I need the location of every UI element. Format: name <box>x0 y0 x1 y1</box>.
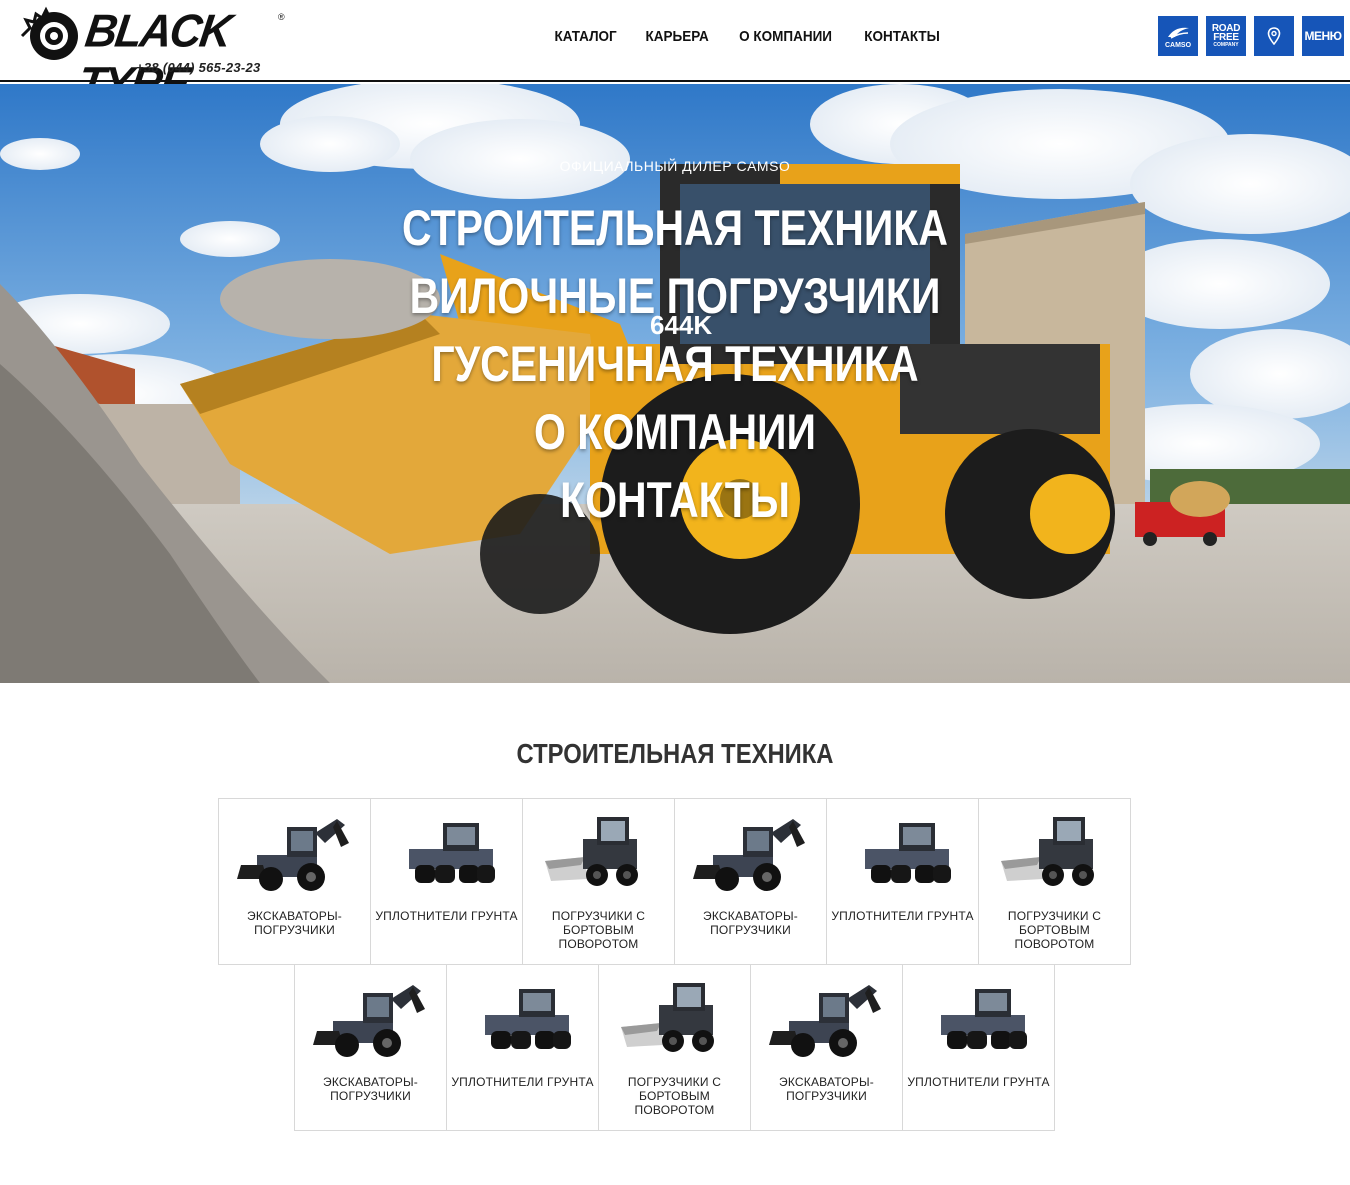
camso-button[interactable]: CAMSO <box>1158 16 1198 56</box>
product-card[interactable]: УПЛОТНИТЕЛИ ГРУНТА <box>902 964 1055 1131</box>
product-card-label: ПОГРУЗЧИКИ С БОРТОВЫМ ПОВОРОТОМ <box>551 909 646 951</box>
hero-menu: СТРОИТЕЛЬНАЯ ТЕХНИКА ВИЛОЧНЫЕ ПОГРУЗЧИКИ… <box>0 194 1350 534</box>
site-header: BLACK TYRE ® +38 (044) 565-23-23 КАТАЛОГ… <box>0 0 1350 109</box>
backhoe-machine-icon <box>237 819 349 891</box>
camso-label: CAMSO <box>1164 41 1192 49</box>
registered-mark: ® <box>278 12 285 22</box>
map-pin-icon <box>1267 27 1281 45</box>
nav-item-catalog[interactable]: КАТАЛОГ <box>545 28 627 45</box>
product-card[interactable]: ЭКСКАВАТОРЫ-ПОГРУЗЧИКИ <box>294 964 447 1131</box>
hero-content: ОФИЦИАЛЬНЫЙ ДИЛЕР CAMSO СТРОИТЕЛЬНАЯ ТЕХ… <box>0 84 1350 683</box>
product-card-label: УПЛОТНИТЕЛИ ГРУНТА <box>907 1075 1050 1089</box>
product-card[interactable]: ПОГРУЗЧИКИ С БОРТОВЫМ ПОВОРОТОМ <box>522 798 675 965</box>
roller-machine-icon <box>485 989 571 1049</box>
product-card[interactable]: ЭКСКАВАТОРЫ-ПОГРУЗЧИКИ <box>674 798 827 965</box>
product-card-label: УПЛОТНИТЕЛИ ГРУНТА <box>451 1075 594 1089</box>
hero-link-contacts[interactable]: КОНТАКТЫ <box>122 466 1229 534</box>
backhoe-machine-icon <box>693 819 805 891</box>
hero-subtitle: ОФИЦИАЛЬНЫЙ ДИЛЕР CAMSO <box>559 158 791 174</box>
section-title: СТРОИТЕЛЬНАЯ ТЕХНИКА <box>516 738 834 769</box>
brand-phone[interactable]: +38 (044) 565-23-23 <box>136 60 261 75</box>
road-free-line2: FREE <box>1213 32 1239 43</box>
product-card-label: УПЛОТНИТЕЛИ ГРУНТА <box>375 909 518 923</box>
nav-item-about[interactable]: О КОМПАНИИ <box>730 28 843 45</box>
backhoe-machine-icon <box>313 985 425 1057</box>
product-card[interactable]: ПОГРУЗЧИКИ С БОРТОВЫМ ПОВОРОТОМ <box>978 798 1131 965</box>
product-card[interactable]: ЭКСКАВАТОРЫ-ПОГРУЗЧИКИ <box>218 798 371 965</box>
roller-machine-icon <box>865 823 951 883</box>
camso-logo-icon <box>1168 27 1189 39</box>
hero-link-construction[interactable]: СТРОИТЕЛЬНАЯ ТЕХНИКА <box>122 194 1229 262</box>
skid-machine-icon <box>1001 817 1094 886</box>
main-nav: КАТАЛОГ КАРЬЕРА О КОМПАНИИ КОНТАКТЫ <box>540 28 955 45</box>
road-free-line3: COMPANY <box>1213 42 1239 48</box>
brand-logo[interactable]: BLACK TYRE ® +38 (044) 565-23-23 <box>20 6 290 109</box>
product-card-label: ЭКСКАВАТОРЫ-ПОГРУЗЧИКИ <box>703 909 798 937</box>
tyre-logo-icon <box>20 6 78 60</box>
skid-machine-icon <box>545 817 638 886</box>
product-card[interactable]: УПЛОТНИТЕЛИ ГРУНТА <box>826 798 979 965</box>
hero-link-forklifts[interactable]: ВИЛОЧНЫЕ ПОГРУЗЧИКИ <box>122 262 1229 330</box>
product-card-label: ПОГРУЗЧИКИ С БОРТОВЫМ ПОВОРОТОМ <box>627 1075 722 1117</box>
nav-item-career[interactable]: КАРЬЕРА <box>636 28 719 45</box>
skid-machine-icon <box>621 983 714 1052</box>
product-card-label: ЭКСКАВАТОРЫ-ПОГРУЗЧИКИ <box>323 1075 418 1103</box>
roller-machine-icon <box>941 989 1027 1049</box>
product-card-label: ЭКСКАВАТОРЫ-ПОГРУЗЧИКИ <box>247 909 342 937</box>
backhoe-machine-icon <box>769 985 881 1057</box>
header-buttons: CAMSO ROAD FREE COMPANY МЕНЮ <box>1158 16 1344 56</box>
road-free-button[interactable]: ROAD FREE COMPANY <box>1206 16 1246 56</box>
product-card[interactable]: ЭКСКАВАТОРЫ-ПОГРУЗЧИКИ <box>750 964 903 1131</box>
product-card[interactable]: УПЛОТНИТЕЛИ ГРУНТА <box>446 964 599 1131</box>
hero-link-about[interactable]: О КОМПАНИИ <box>122 398 1229 466</box>
product-card-label: УПЛОТНИТЕЛИ ГРУНТА <box>831 909 974 923</box>
menu-button[interactable]: МЕНЮ <box>1302 16 1344 56</box>
roller-machine-icon <box>409 823 495 883</box>
product-card-label: ПОГРУЗЧИКИ С БОРТОВЫМ ПОВОРОТОМ <box>1007 909 1102 951</box>
product-card[interactable]: ПОГРУЗЧИКИ С БОРТОВЫМ ПОВОРОТОМ <box>598 964 751 1131</box>
location-button[interactable] <box>1254 16 1294 56</box>
hero-banner: 644K ОФИЦИАЛЬНЫЙ ДИЛЕР CAMSO СТРОИТЕЛЬНА… <box>0 84 1350 683</box>
product-card-label: ЭКСКАВАТОРЫ-ПОГРУЗЧИКИ <box>779 1075 874 1103</box>
nav-item-contacts[interactable]: КОНТАКТЫ <box>854 28 949 45</box>
hero-link-tracked[interactable]: ГУСЕНИЧНАЯ ТЕХНИКА <box>122 330 1229 398</box>
product-card[interactable]: УПЛОТНИТЕЛИ ГРУНТА <box>370 798 523 965</box>
